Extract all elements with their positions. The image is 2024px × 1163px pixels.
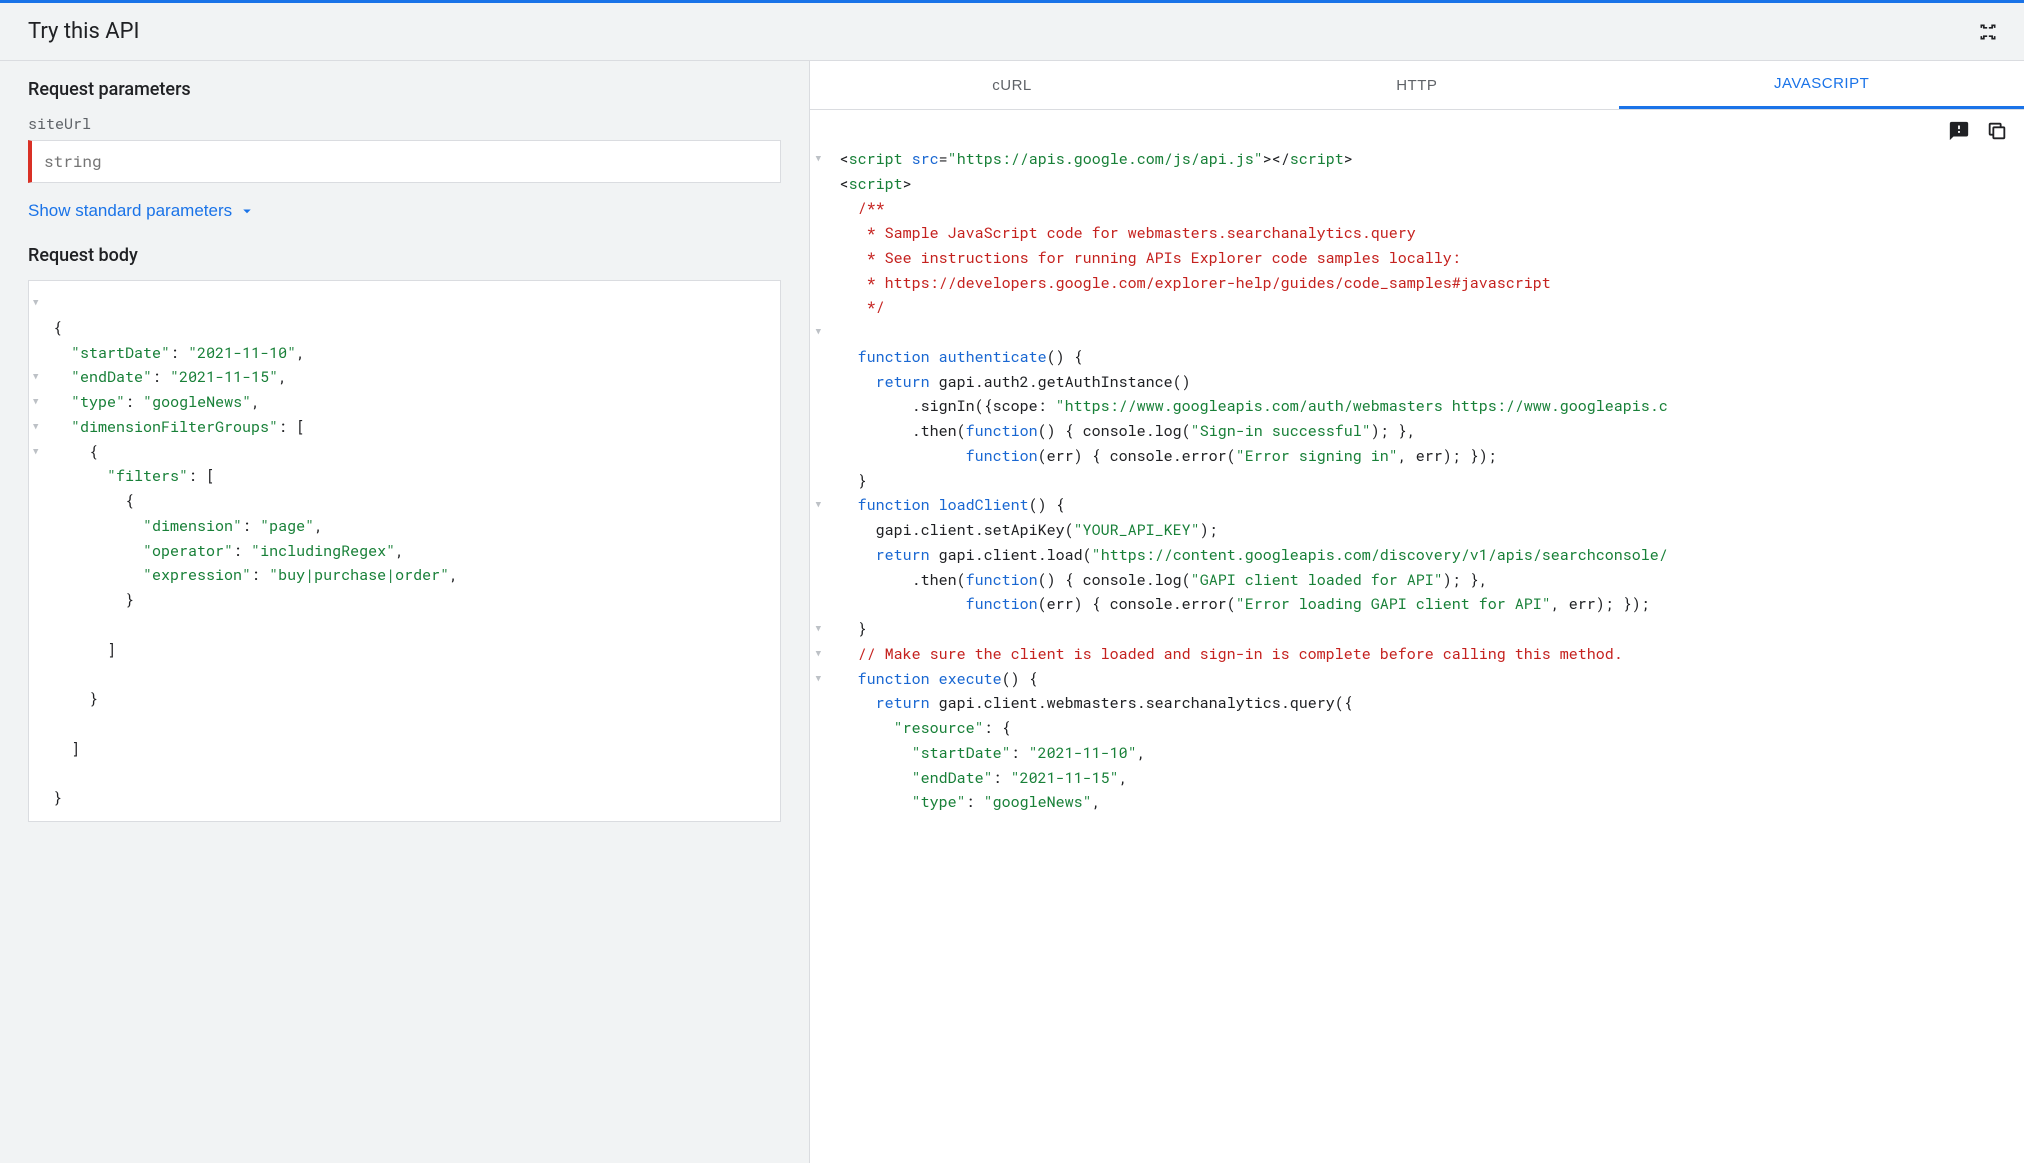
siteurl-label: siteUrl <box>28 114 781 134</box>
api-key: YOUR_API_KEY <box>1083 520 1191 540</box>
body-operator: includingRegex <box>260 541 386 561</box>
tab-curl[interactable]: cURL <box>810 61 1215 109</box>
panel-title: Try this API <box>28 19 140 44</box>
jsdoc-l2: * Sample JavaScript code for webmasters.… <box>858 223 1416 243</box>
res-enddate: 2021-11-15 <box>1020 768 1110 788</box>
gapi-load-err: Error loading GAPI client for API <box>1245 594 1542 614</box>
auth-scope: https://www.googleapis.com/auth/webmaste… <box>1065 396 1668 416</box>
script-src: https://apis.google.com/js/api.js <box>957 149 1254 169</box>
body-dimension: page <box>269 516 305 536</box>
body-startdate: 2021-11-10 <box>197 343 287 363</box>
collapse-icon[interactable] <box>1976 20 2000 44</box>
panel-header: Try this API <box>0 3 2024 61</box>
copy-icon[interactable] <box>1984 118 2010 144</box>
right-pane: cURL HTTP JAVASCRIPT ▼ ▼ ▼ ▼ ▼ ▼<script … <box>810 61 2024 1163</box>
discovery-url: https://content.googleapis.com/discovery… <box>1101 545 1668 565</box>
siteurl-input[interactable] <box>28 140 781 183</box>
request-body-editor[interactable]: ▼ ▼ ▼ ▼ ▼{ "startDate": "2021-11-10", "e… <box>28 280 781 822</box>
show-standard-label: Show standard parameters <box>28 201 232 221</box>
code-actions <box>1946 118 2010 144</box>
jsdoc-l4: * https://developers.google.com/explorer… <box>858 273 1551 293</box>
try-api-panel: Try this API Request parameters siteUrl … <box>0 0 2024 1163</box>
report-issue-icon[interactable] <box>1946 118 1972 144</box>
request-params-heading: Request parameters <box>28 79 781 100</box>
show-standard-parameters-link[interactable]: Show standard parameters <box>28 201 256 221</box>
main-split: Request parameters siteUrl Show standard… <box>0 61 2024 1163</box>
body-type: googleNews <box>152 392 242 412</box>
signin-ok: Sign-in successful <box>1200 421 1362 441</box>
code-wrap: ▼ ▼ ▼ ▼ ▼ ▼<script src="https://apis.goo… <box>810 110 2024 1163</box>
chevron-down-icon <box>238 202 256 220</box>
tab-javascript[interactable]: JAVASCRIPT <box>1619 61 2024 109</box>
signin-err: Error signing in <box>1245 446 1389 466</box>
code-sample[interactable]: ▼ ▼ ▼ ▼ ▼ ▼<script src="https://apis.goo… <box>810 110 2024 1163</box>
request-body-heading: Request body <box>28 245 781 266</box>
body-expression: buy|purchase|order <box>278 565 440 585</box>
gapi-loaded: GAPI client loaded for API <box>1200 570 1434 590</box>
editor-fold-gutter: ▼ ▼ ▼ ▼ ▼ <box>33 291 38 464</box>
res-type: googleNews <box>993 792 1083 812</box>
jsdoc-l3: * See instructions for running APIs Expl… <box>858 248 1461 268</box>
left-pane: Request parameters siteUrl Show standard… <box>0 61 810 1163</box>
tab-http[interactable]: HTTP <box>1214 61 1619 109</box>
body-enddate: 2021-11-15 <box>179 367 269 387</box>
code-tabs: cURL HTTP JAVASCRIPT <box>810 61 2024 110</box>
jsdoc-l1: /** <box>858 198 885 218</box>
code-fold-gutter: ▼ ▼ ▼ ▼ ▼ ▼ <box>816 122 821 691</box>
res-startdate: 2021-11-10 <box>1038 743 1128 763</box>
jsdoc-l5: */ <box>858 297 885 317</box>
make-sure-comment: // Make sure the client is loaded and si… <box>858 644 1623 664</box>
